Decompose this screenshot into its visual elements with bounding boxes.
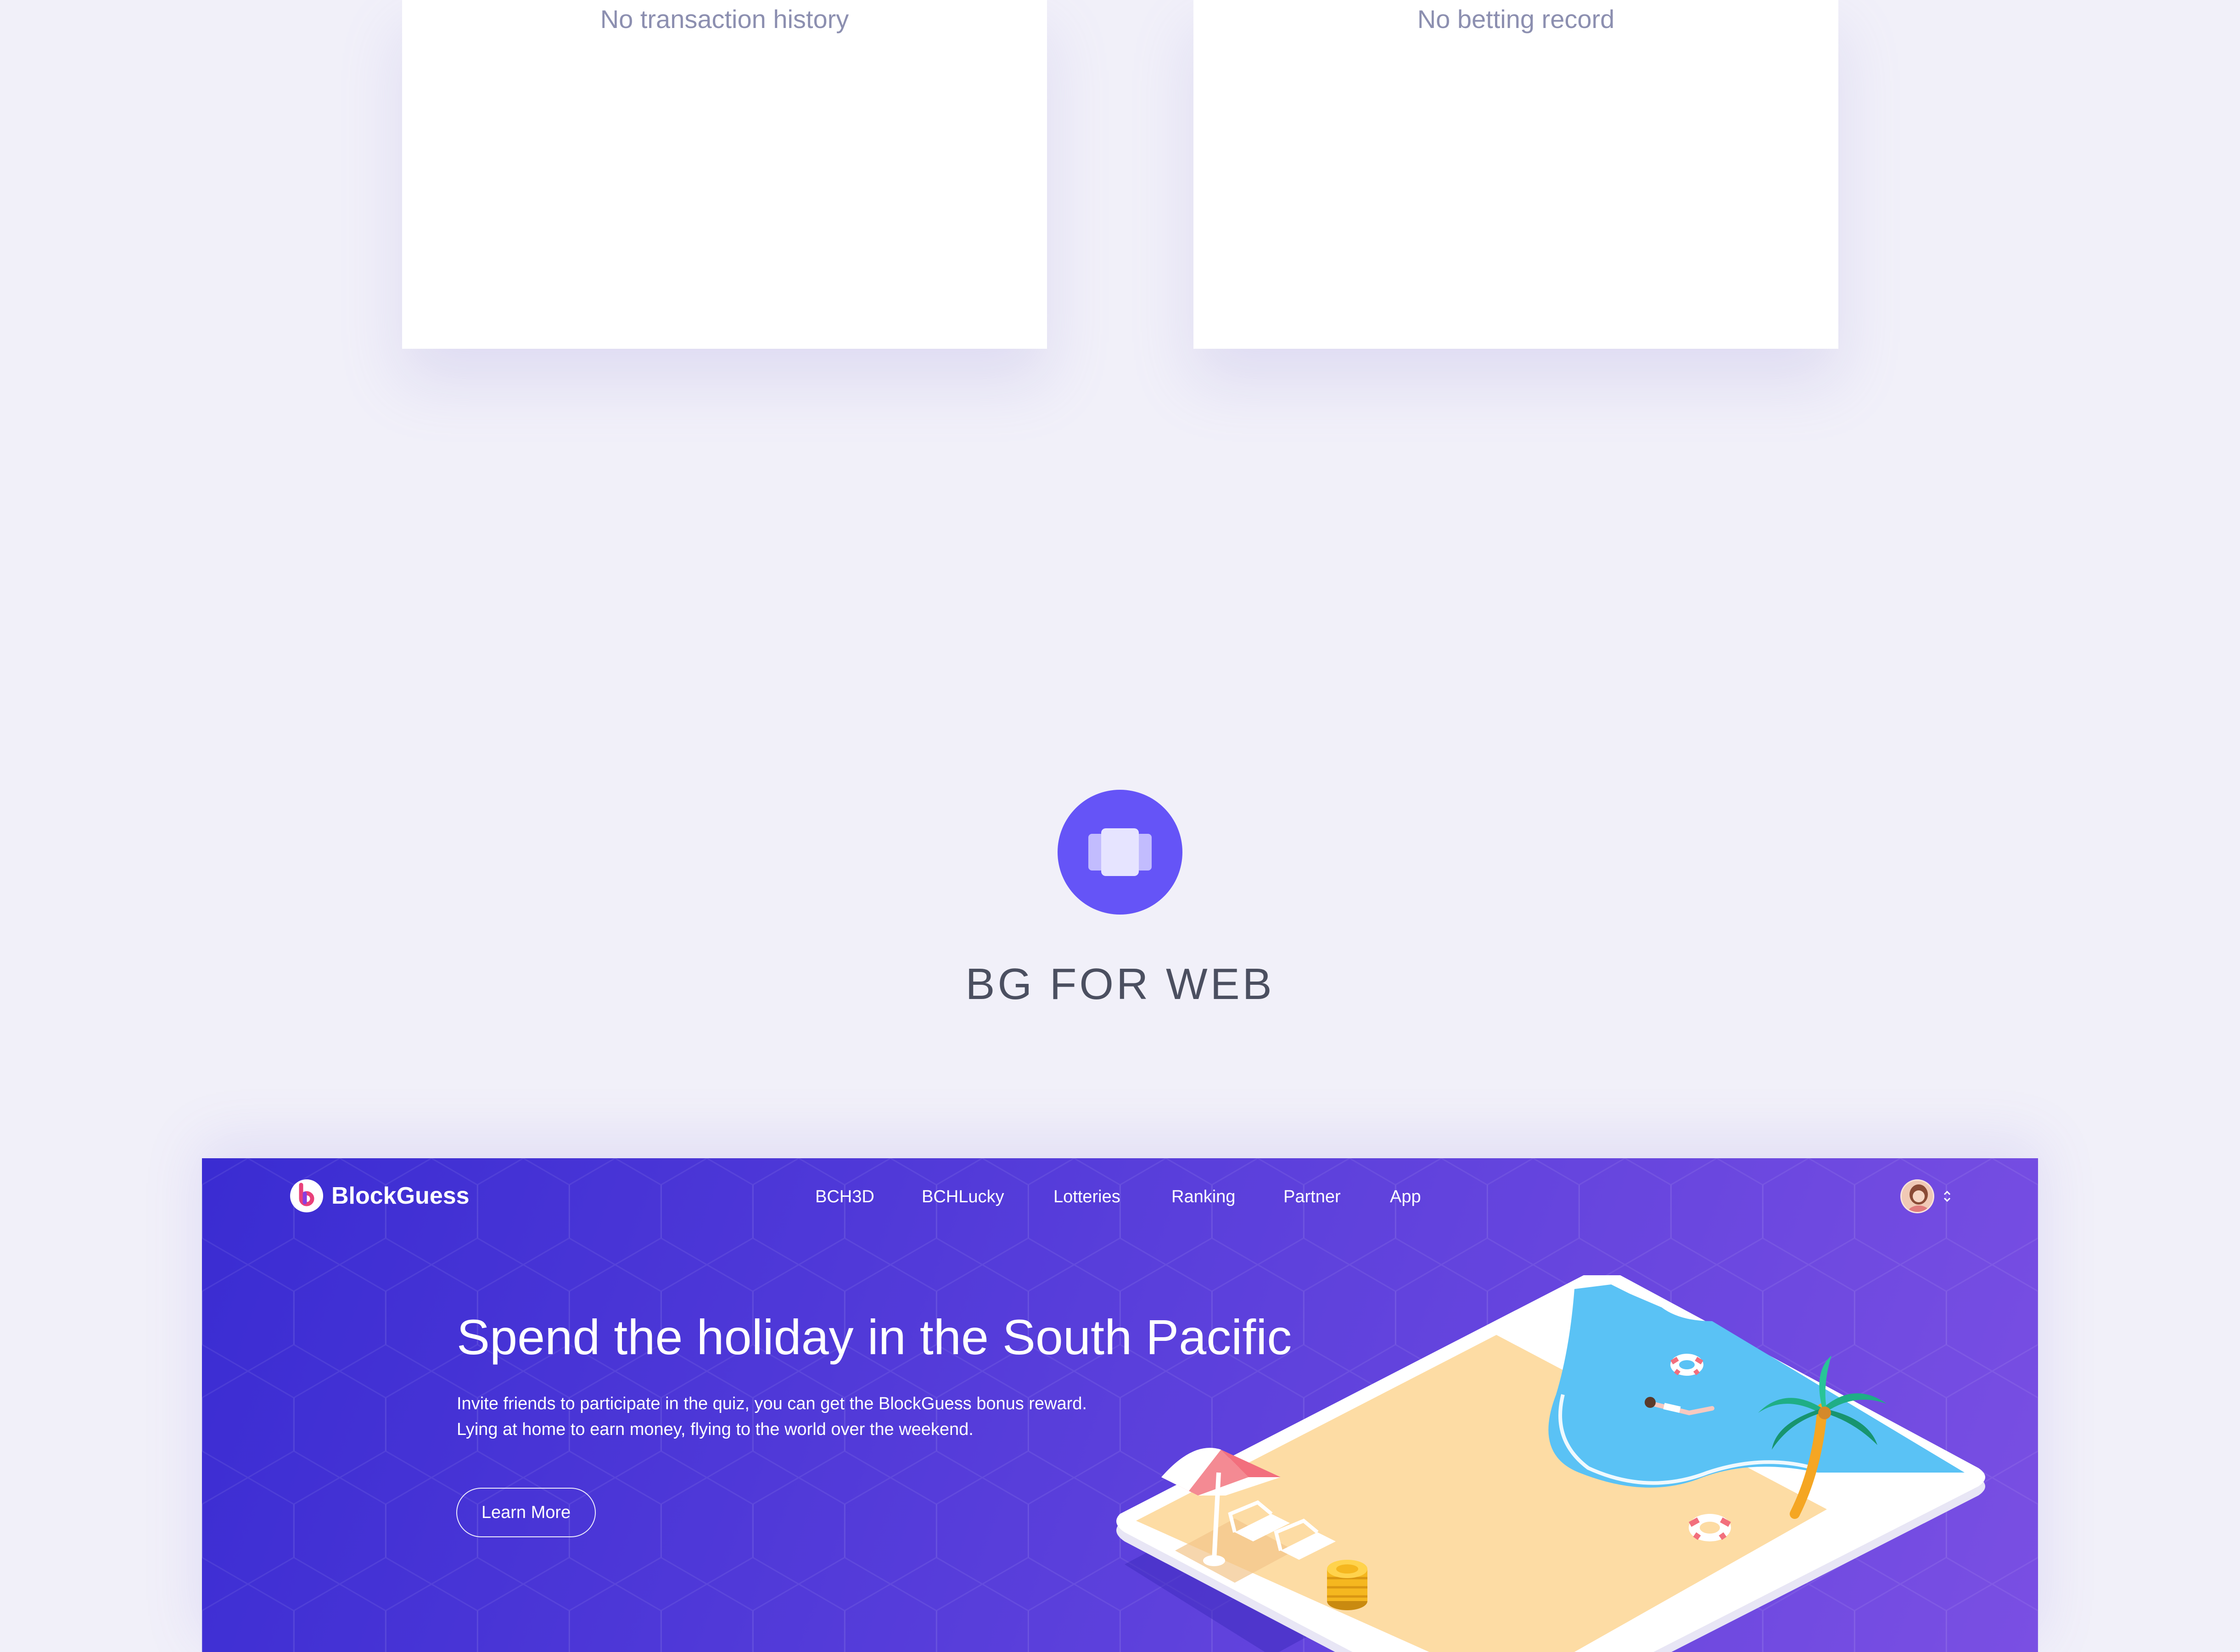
nav-item-app[interactable]: App — [1390, 1183, 1421, 1211]
user-avatar[interactable] — [1900, 1179, 1934, 1213]
page: No transaction history No betting record… — [0, 0, 2240, 1652]
section-title: BG FOR WEB — [965, 960, 1275, 1009]
nav-item-bch3d[interactable]: BCH3D — [815, 1183, 874, 1211]
transaction-history-card: No transaction history — [402, 0, 1047, 349]
nav-item-partner[interactable]: Partner — [1283, 1183, 1341, 1211]
transaction-empty-text: No transaction history — [600, 5, 849, 33]
chevron-up-down-icon[interactable] — [1942, 1189, 1953, 1204]
betting-record-card: No betting record — [1193, 0, 1838, 349]
beach-phone-illustration — [1116, 1275, 1985, 1652]
nav-item-ranking[interactable]: Ranking — [1171, 1183, 1235, 1211]
nav-item-lotteries[interactable]: Lotteries — [1053, 1183, 1120, 1211]
website-banner: BlockGuess BCH3D BCHLucky Lotteries Rank… — [202, 1158, 2038, 1652]
betting-empty-text: No betting record — [1417, 5, 1615, 33]
nav-item-bchlucky[interactable]: BCHLucky — [922, 1183, 1004, 1211]
web-pages-icon — [1058, 790, 1182, 915]
hero-description-line-1: Invite friends to participate in the qui… — [457, 1394, 1087, 1413]
learn-more-button[interactable]: Learn More — [456, 1488, 596, 1537]
hero-description-line-2: Lying at home to earn money, flying to t… — [457, 1420, 974, 1439]
top-nav: BCH3D BCHLucky Lotteries Ranking Partner… — [202, 1183, 2038, 1211]
